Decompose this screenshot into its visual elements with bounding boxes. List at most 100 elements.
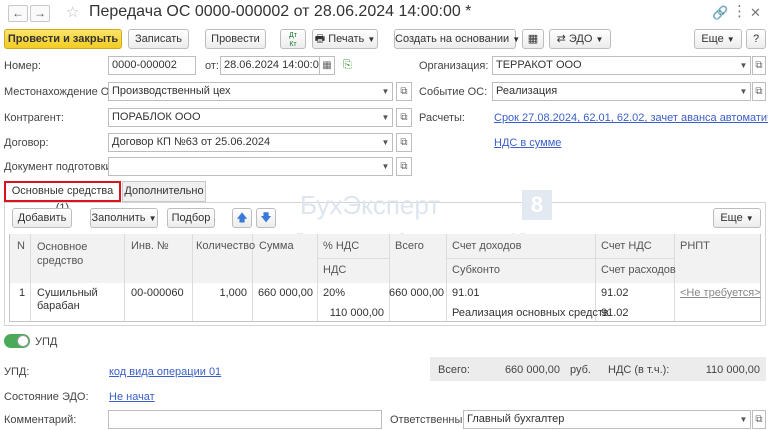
vat-total-label: НДС (в т.ч.): [608, 364, 670, 376]
more-button[interactable]: Еще ▼ [694, 29, 742, 49]
chevron-down-icon[interactable]: ▼ [737, 56, 751, 75]
open-icon[interactable]: ⧉ [396, 82, 412, 101]
favorite-star-icon[interactable]: ☆ [66, 3, 79, 21]
col-rnpt: РНПТ [680, 240, 710, 252]
table-more-label: Еще [720, 212, 743, 224]
col-vat-pct: % НДС [323, 240, 360, 252]
total-value: 660 000,00 [504, 364, 560, 376]
menu-dots-icon[interactable]: ⋮ [732, 2, 747, 20]
link-icon[interactable]: 🔗 [712, 5, 728, 21]
chevron-down-icon: ▼ [595, 35, 604, 44]
upd-toggle-knob [17, 335, 29, 347]
total-label: Всего: [438, 364, 470, 376]
open-icon[interactable]: ⧉ [396, 157, 412, 176]
table-more-button[interactable]: Еще ▼ [713, 208, 761, 228]
col-income-acc: Счет доходов [452, 240, 522, 252]
row-rnpt-link[interactable]: <Не требуется> [680, 287, 761, 299]
add-button[interactable]: Добавить [12, 208, 72, 228]
upd-link[interactable]: код вида операции 01 [109, 366, 221, 378]
row-subconto: Реализация основных средств [452, 307, 609, 319]
chevron-down-icon: ▼ [367, 35, 376, 44]
more-label: Еще [701, 33, 724, 45]
chevron-down-icon[interactable]: ▼ [737, 82, 751, 101]
organization-field[interactable]: ТЕРРАКОТ ООО [492, 56, 738, 75]
edo-status-link[interactable]: Не начат [109, 391, 155, 403]
chevron-down-icon[interactable]: ▼ [379, 157, 393, 176]
upd-toggle-label: УПД [35, 336, 58, 348]
tab-fixed-assets[interactable]: Основные средства (1) [4, 181, 121, 214]
event-field[interactable]: Реализация [492, 82, 738, 101]
responsible-field[interactable]: Главный бухгалтер [463, 410, 738, 429]
counterparty-field[interactable]: ПОРАБЛОК ООО [108, 108, 380, 127]
organization-label: Организация: [419, 60, 489, 72]
help-button[interactable]: ? [746, 29, 766, 49]
chevron-down-icon: ▼ [745, 214, 754, 223]
number-label: Номер: [4, 60, 41, 72]
print-button[interactable]: 🖶 Печать ▼ [312, 29, 378, 49]
move-down-icon[interactable]: 🡇 [256, 208, 276, 228]
chevron-down-icon[interactable]: ▼ [379, 82, 393, 101]
col-qty: Количество [196, 240, 256, 252]
location-field[interactable]: Производственный цех [108, 82, 380, 101]
settlements-label: Расчеты: [419, 112, 465, 124]
chevron-down-icon[interactable]: ▼ [379, 108, 393, 127]
table-row[interactable] [10, 283, 760, 321]
chevron-down-icon: ▼ [726, 35, 735, 44]
watermark-brand: БухЭксперт [300, 190, 441, 220]
date-label: от: [205, 60, 219, 72]
edo-icon: ⇄ [556, 33, 566, 45]
edo-button[interactable]: ⇄ ЭДО ▼ [549, 29, 611, 49]
save-button[interactable]: Записать [128, 29, 189, 49]
back-button[interactable]: ← [8, 5, 28, 22]
print-label: Печать [328, 33, 365, 45]
move-up-icon[interactable]: 🡅 [232, 208, 252, 228]
tab-additional[interactable]: Дополнительно [122, 181, 206, 202]
create-based-button[interactable]: Создать на основании ▼ [394, 29, 520, 49]
col-exp-acc: Счет расходов [601, 264, 676, 276]
upd-label: УПД: [4, 366, 30, 378]
open-icon[interactable]: ⧉ [752, 82, 766, 101]
col-subconto: Субконто [452, 264, 501, 276]
forward-button[interactable]: → [30, 5, 50, 22]
vat-total-value: 110 000,00 [705, 364, 760, 376]
open-icon[interactable]: ⧉ [752, 410, 766, 429]
row-n: 1 [19, 287, 26, 299]
chevron-down-icon[interactable]: ▼ [737, 410, 751, 429]
settlements-link[interactable]: Срок 27.08.2024, 62.01, 62.02, зачет ава… [494, 112, 768, 124]
dt-kt-icon[interactable]: Дт Кт [280, 29, 306, 49]
window-title: Передача ОС 0000-000002 от 28.06.2024 14… [89, 3, 472, 20]
prep-doc-label: Документ подготовки: [4, 161, 115, 173]
chevron-down-icon[interactable]: ▼ [379, 133, 393, 152]
fill-button[interactable]: Заполнить ▼ [90, 208, 158, 228]
post-button[interactable]: Провести [205, 29, 266, 49]
prep-doc-field[interactable] [108, 157, 380, 176]
row-sum: 660 000,00 [257, 287, 313, 299]
edo-label: ЭДО [568, 33, 593, 45]
row-vat-pct: 20% [323, 287, 346, 299]
edo-status-label: Состояние ЭДО: [4, 391, 89, 403]
location-label: Местонахождение ОС: [4, 86, 121, 98]
comment-field[interactable] [108, 410, 382, 429]
comment-label: Комментарий: [4, 414, 77, 426]
row-vat-acc: 91.02 [601, 287, 629, 299]
currency-label: руб. [570, 364, 591, 376]
counterparty-label: Контрагент: [4, 112, 64, 124]
open-icon[interactable]: ⧉ [396, 133, 412, 152]
calendar-icon[interactable]: ▦ [319, 56, 335, 75]
document-link-icon[interactable]: ⎘ [343, 59, 352, 72]
select-button[interactable]: Подбор [167, 208, 215, 228]
number-field[interactable]: 0000-000002 [108, 56, 196, 75]
open-icon[interactable]: ⧉ [396, 108, 412, 127]
watermark-logo: 8 [522, 190, 552, 220]
row-inv: 00-000060 [131, 287, 184, 299]
open-icon[interactable]: ⧉ [752, 56, 766, 75]
date-field[interactable]: 28.06.2024 14:00:00 [220, 56, 320, 75]
structure-icon[interactable]: ▦ [522, 29, 544, 49]
close-icon[interactable]: ✕ [750, 5, 761, 21]
event-label: Событие ОС: [419, 86, 488, 98]
post-and-close-button[interactable]: Провести и закрыть [4, 29, 122, 49]
vat-link[interactable]: НДС в сумме [494, 137, 561, 149]
col-sum: Сумма [259, 240, 294, 252]
contract-field[interactable]: Договор КП №63 от 25.06.2024 [108, 133, 380, 152]
row-total: 660 000,00 [389, 287, 445, 299]
